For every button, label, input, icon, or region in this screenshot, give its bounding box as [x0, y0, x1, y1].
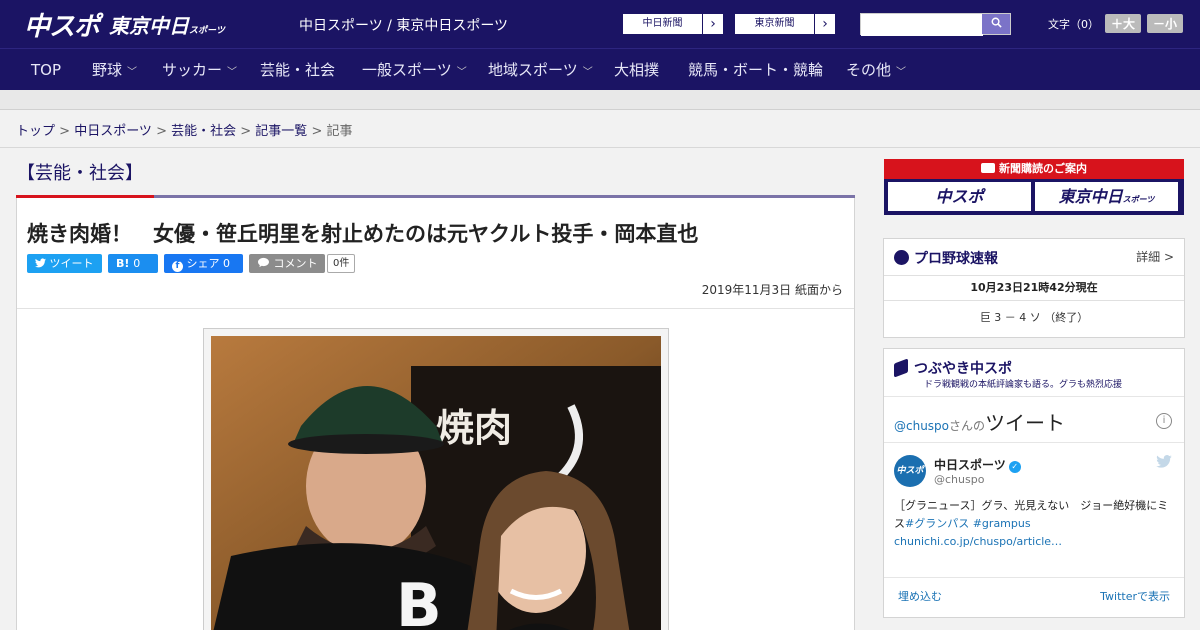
subscribe-tokyo-chunichi-link[interactable]: 東京中日スポーツ: [1035, 182, 1178, 211]
subscription-banner[interactable]: 新聞購読のご案内 中スポ 東京中日スポーツ: [884, 159, 1184, 215]
megaphone-icon: [894, 358, 908, 378]
search-box: [860, 13, 1011, 36]
nav-item-baseball[interactable]: 野球 ﹀: [92, 49, 137, 91]
comment-button[interactable]: コメント: [249, 253, 325, 273]
breadcrumb-top[interactable]: トップ: [16, 124, 55, 139]
chevron-right-icon: ›: [822, 16, 828, 32]
tweet-article-link[interactable]: chunichi.co.jp/chuspo/article…: [894, 535, 1062, 548]
article-card: 焼き肉婚！ 女優・笹丘明里を射止めたのは元ヤクルト投手・岡本直也 ツイート B!…: [16, 198, 855, 630]
verified-badge-icon: ✓: [1008, 461, 1021, 473]
subscribe-chuspo-link[interactable]: 中スポ: [888, 182, 1031, 211]
photo-illustration: 焼肉 B: [211, 336, 661, 630]
comment-count: 0件: [327, 253, 356, 273]
tweet-embed: @chuspoさんのツイート i 中スポ 中日スポーツ ✓ @chuspo ［グラ…: [884, 396, 1184, 630]
nav-item-top[interactable]: TOP: [31, 49, 61, 91]
tweet-author-handle[interactable]: @chuspo: [934, 473, 984, 486]
top-header: 中スポ 東京中日スポーツ 中日スポーツ / 東京中日スポーツ 中日新聞 › 東京…: [0, 0, 1200, 48]
hatena-bookmark-button[interactable]: B! 0: [108, 253, 158, 273]
chevron-right-icon: ›: [710, 16, 716, 32]
hashtag-link[interactable]: #グランパス: [905, 517, 969, 530]
hatena-count: 0: [133, 256, 141, 270]
site-names: 中日スポーツ / 東京中日スポーツ: [299, 18, 509, 34]
main-nav: TOP 野球 ﹀ サッカー ﹀ 芸能・社会 一般スポーツ ﹀ 地域スポーツ ﹀ 大相撲 …: [0, 48, 1200, 90]
twitter-widget-title: つぶやき中スポ: [914, 361, 1012, 377]
divider: [884, 442, 1184, 443]
tweet-text: ［グラニュース］グラ、光見えない ジョー絶好機にミス#グランパス #grampu…: [894, 499, 1169, 548]
search-icon: [991, 17, 1002, 28]
twitter-widget-subtitle: ドラ戦観戦の本紙評論家も語る。グラも熱烈応援: [924, 380, 1123, 390]
twitter-bird-icon: [35, 257, 46, 267]
baseball-widget-title: プロ野球速報: [914, 251, 998, 267]
speech-bubble-icon: [258, 257, 269, 267]
breadcrumb-chunichi-sports[interactable]: 中日スポーツ: [74, 124, 152, 139]
search-button[interactable]: [982, 14, 1010, 34]
tweets-by-label: @chuspoさんのツイート: [894, 411, 1066, 435]
chevron-down-icon: ﹀: [227, 67, 238, 78]
view-on-twitter-button[interactable]: Twitterで表示: [1100, 588, 1170, 604]
tweet-button[interactable]: ツイート: [27, 253, 102, 273]
svg-text:B: B: [396, 571, 442, 630]
breadcrumb-article-list[interactable]: 記事一覧: [255, 124, 307, 139]
twitter-widget: つぶやき中スポ ドラ戦観戦の本紙評論家も語る。グラも熱烈応援 @chuspoさん…: [883, 348, 1185, 618]
category-label: 【芸能・社会】: [17, 163, 143, 184]
nav-item-sumo[interactable]: 大相撲: [614, 49, 659, 91]
divider: [884, 577, 1184, 578]
score-timestamp: 10月23日21時42分現在: [884, 275, 1184, 301]
avatar[interactable]: 中スポ: [894, 455, 926, 487]
tokyo-shimbun-link[interactable]: 東京新聞 ›: [734, 13, 836, 35]
handle-link[interactable]: @chuspo: [894, 419, 949, 433]
newspaper-icon: [981, 163, 995, 173]
facebook-share-button[interactable]: f シェア 0: [164, 253, 243, 273]
chevron-down-icon: ﹀: [127, 67, 138, 78]
font-size-control: 文字（0） ＋大 －小: [1048, 14, 1184, 33]
font-size-label: 文字（0）: [1048, 17, 1099, 31]
nav-item-entertainment[interactable]: 芸能・社会: [260, 49, 335, 91]
article-date: 2019年11月3日 紙面から: [701, 283, 843, 297]
article-headline: 焼き肉婚！ 女優・笹丘明里を射止めたのは元ヤクルト投手・岡本直也: [27, 222, 699, 246]
game-score[interactable]: 巨 3 － 4 ソ （終了）: [884, 309, 1184, 325]
nav-item-general-sports[interactable]: 一般スポーツ ﹀: [362, 49, 467, 91]
site-logo[interactable]: 中スポ 東京中日スポーツ: [24, 8, 225, 42]
article-photo[interactable]: 焼肉 B: [211, 336, 661, 630]
baseball-score-widget: プロ野球速報 詳細 > 10月23日21時42分現在 巨 3 － 4 ソ （終了…: [883, 238, 1185, 338]
baseball-detail-link[interactable]: 詳細 >: [1136, 248, 1174, 265]
chuspo-logo: 中スポ: [24, 11, 100, 42]
divider: [0, 147, 1200, 148]
subscription-title: 新聞購読のご案内: [884, 159, 1184, 179]
info-icon[interactable]: i: [1156, 413, 1172, 429]
yakiniku-sign-text: 焼肉: [436, 405, 512, 450]
chevron-down-icon: ﹀: [896, 67, 907, 78]
tweet-author-name[interactable]: 中日スポーツ ✓: [934, 456, 1021, 473]
ad-band: [0, 90, 1200, 110]
nav-item-soccer[interactable]: サッカー ﹀: [162, 49, 237, 91]
breadcrumb-current: 記事: [326, 124, 353, 139]
font-bigger-button[interactable]: ＋大: [1105, 14, 1142, 33]
search-input[interactable]: [861, 16, 983, 36]
embed-button[interactable]: 埋め込む: [898, 588, 942, 604]
chunichi-shimbun-link[interactable]: 中日新聞 ›: [622, 13, 724, 35]
tokyo-chunichi-logo: 東京中日スポーツ: [109, 13, 225, 38]
breadcrumb: トップ > 中日スポーツ > 芸能・社会 > 記事一覧 > 記事: [16, 124, 353, 139]
nav-item-other[interactable]: その他 ﹀: [846, 49, 906, 91]
chevron-down-icon: ﹀: [582, 67, 593, 78]
divider: [17, 308, 854, 309]
chevron-down-icon: ﹀: [456, 67, 467, 78]
facebook-count: 0: [223, 256, 230, 270]
share-buttons: ツイート B! 0 f シェア 0 コメント 0件: [27, 253, 356, 273]
font-smaller-button[interactable]: －小: [1147, 14, 1184, 33]
facebook-icon: f: [172, 260, 183, 272]
nav-item-local-sports[interactable]: 地域スポーツ ﹀: [488, 49, 593, 91]
hashtag-link[interactable]: #grampus: [973, 517, 1031, 530]
article-photo-frame: 焼肉 B: [203, 328, 669, 630]
hatena-icon: B!: [116, 256, 130, 270]
breadcrumb-entertainment[interactable]: 芸能・社会: [171, 124, 236, 139]
nav-item-racing[interactable]: 競馬・ボート・競輪: [688, 49, 823, 91]
twitter-bird-icon[interactable]: [1156, 455, 1172, 472]
baseball-icon: [894, 250, 909, 265]
